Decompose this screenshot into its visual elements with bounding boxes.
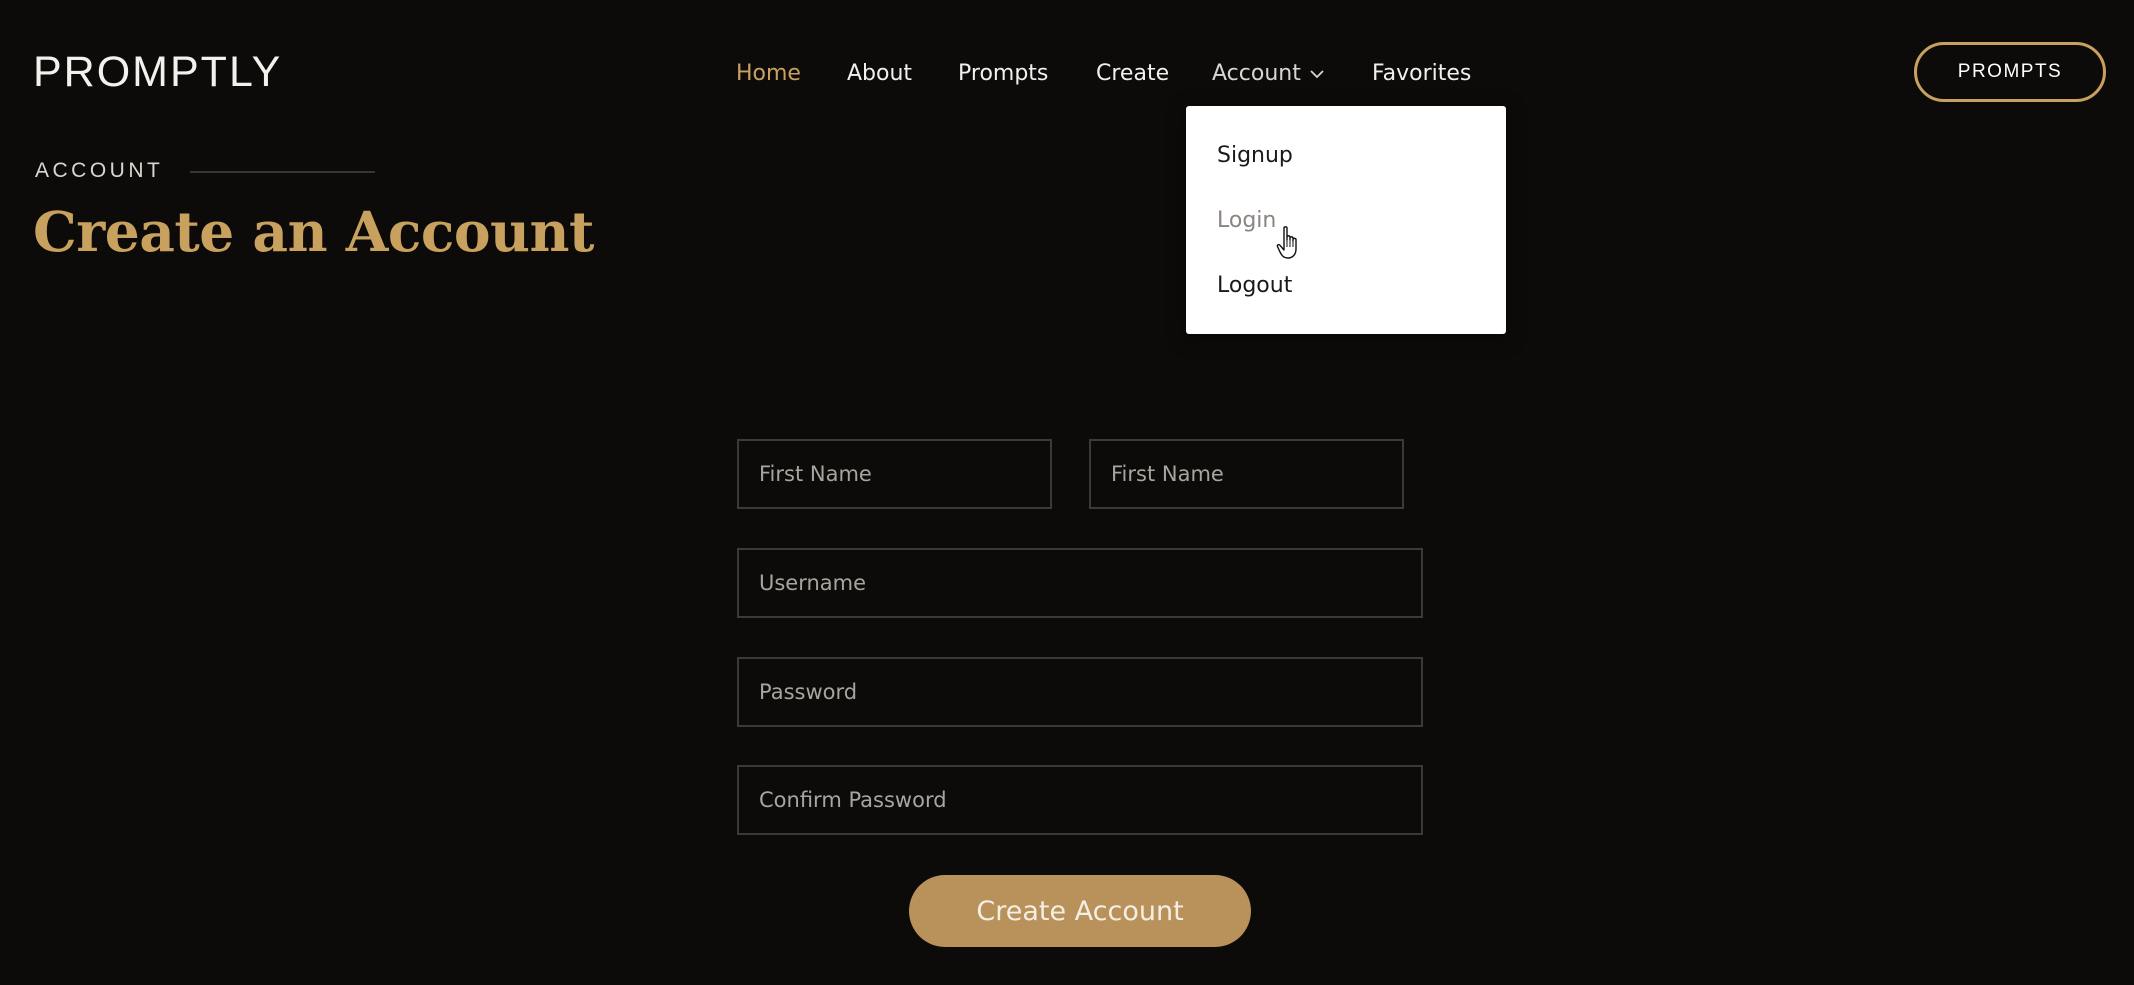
nav-account-label: Account <box>1212 61 1301 86</box>
eyebrow-divider <box>190 171 375 173</box>
chevron-down-icon <box>1310 70 1324 79</box>
last-name-input[interactable] <box>1111 462 1402 486</box>
password-input[interactable] <box>759 680 1421 704</box>
username-field[interactable] <box>737 548 1423 618</box>
password-field[interactable] <box>737 657 1423 727</box>
username-input[interactable] <box>759 571 1421 595</box>
confirm-password-field[interactable] <box>737 765 1423 835</box>
first-name-input[interactable] <box>759 462 1050 486</box>
hand-pointer-icon <box>1276 226 1297 259</box>
menu-item-login[interactable]: Login <box>1217 206 1276 236</box>
menu-item-signup[interactable]: Signup <box>1217 141 1293 171</box>
menu-item-logout[interactable]: Logout <box>1217 271 1292 301</box>
nav-about[interactable]: About <box>847 56 912 92</box>
nav-favorites[interactable]: Favorites <box>1372 56 1471 92</box>
nav-home[interactable]: Home <box>736 56 801 92</box>
last-name-field[interactable] <box>1089 439 1404 509</box>
prompts-button[interactable]: PROMPTS <box>1914 42 2106 102</box>
account-dropdown-menu: Signup Login Logout <box>1186 106 1506 334</box>
nav-prompts[interactable]: Prompts <box>958 56 1048 92</box>
nav-account[interactable]: Account <box>1212 56 1325 92</box>
main-nav: Home About Prompts Create Account Favori… <box>0 56 2134 92</box>
section-eyebrow: ACCOUNT <box>35 159 164 182</box>
create-account-button[interactable]: Create Account <box>909 875 1251 947</box>
first-name-field[interactable] <box>737 439 1052 509</box>
page-title: Create an Account <box>33 199 594 264</box>
confirm-password-input[interactable] <box>759 788 1421 812</box>
nav-create[interactable]: Create <box>1096 56 1169 92</box>
